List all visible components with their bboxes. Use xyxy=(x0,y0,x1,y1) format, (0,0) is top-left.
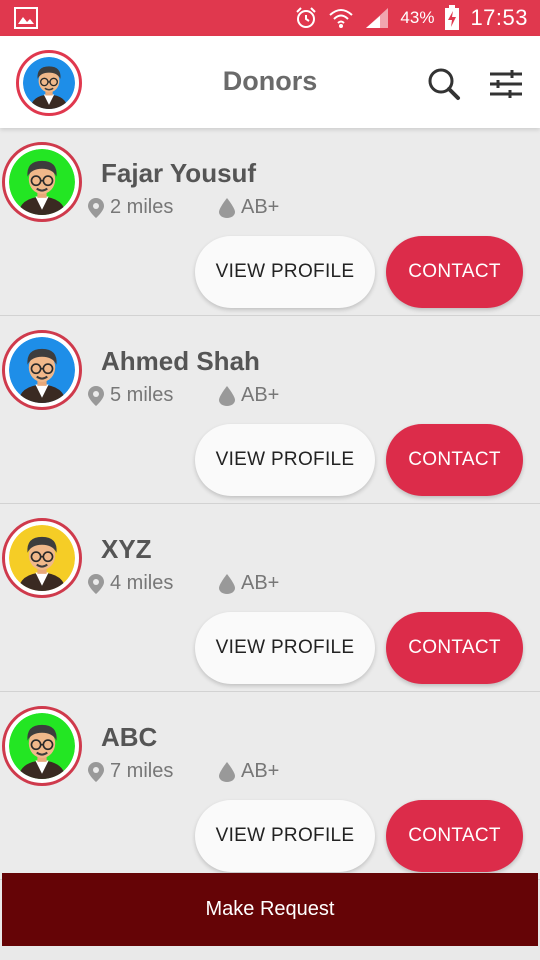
distance-text: 7 miles xyxy=(110,760,174,782)
view-profile-button[interactable]: VIEW PROFILE xyxy=(195,800,375,872)
donor-blood-group: AB+ xyxy=(219,572,279,595)
donor-distance: 4 miles xyxy=(88,572,173,595)
filter-icon xyxy=(490,70,522,98)
blood-drop-icon xyxy=(219,573,235,594)
wifi-icon xyxy=(329,9,354,28)
donor-avatar[interactable] xyxy=(2,330,82,410)
donor-card: Ahmed Shah 5 miles AB+ VIEW PROFILE CONT… xyxy=(0,316,540,504)
location-pin-icon xyxy=(88,573,104,594)
make-request-button[interactable]: Make Request xyxy=(2,873,538,946)
blood-drop-icon xyxy=(219,197,235,218)
donor-avatar[interactable] xyxy=(2,706,82,786)
blood-group-text: AB+ xyxy=(241,572,280,594)
donor-distance: 2 miles xyxy=(88,196,173,219)
contact-button[interactable]: CONTACT xyxy=(386,424,523,496)
donor-card: Fajar Yousuf 2 miles AB+ VIEW PROFILE CO… xyxy=(0,128,540,316)
donor-blood-group: AB+ xyxy=(219,760,279,783)
filter-button[interactable] xyxy=(486,64,526,104)
view-profile-button[interactable]: VIEW PROFILE xyxy=(195,424,375,496)
distance-text: 5 miles xyxy=(110,384,174,406)
donor-list: Fajar Yousuf 2 miles AB+ VIEW PROFILE CO… xyxy=(0,128,540,880)
search-button[interactable] xyxy=(424,64,464,104)
bottom-strip xyxy=(0,946,540,960)
blood-drop-icon xyxy=(219,385,235,406)
location-pin-icon xyxy=(88,197,104,218)
status-bar: 43% 17:53 xyxy=(0,0,540,36)
signal-icon xyxy=(366,8,389,28)
location-pin-icon xyxy=(88,385,104,406)
app-bar: Donors xyxy=(0,36,540,128)
donor-blood-group: AB+ xyxy=(219,196,279,219)
blood-group-text: AB+ xyxy=(241,196,280,218)
donor-distance: 5 miles xyxy=(88,384,173,407)
alarm-icon xyxy=(296,7,317,28)
donor-avatar[interactable] xyxy=(2,518,82,598)
donor-card: XYZ 4 miles AB+ VIEW PROFILE CONTACT xyxy=(0,504,540,692)
donor-name: Ahmed Shah xyxy=(101,346,260,376)
clock: 17:53 xyxy=(470,5,528,30)
view-profile-button[interactable]: VIEW PROFILE xyxy=(195,236,375,308)
blood-group-text: AB+ xyxy=(241,760,280,782)
donor-card: ABC 7 miles AB+ VIEW PROFILE CONTACT xyxy=(0,692,540,880)
donor-distance: 7 miles xyxy=(88,760,173,783)
blood-group-text: AB+ xyxy=(241,384,280,406)
location-pin-icon xyxy=(88,761,104,782)
distance-text: 4 miles xyxy=(110,572,174,594)
contact-button[interactable]: CONTACT xyxy=(386,800,523,872)
battery-charging-icon xyxy=(445,5,460,30)
contact-button[interactable]: CONTACT xyxy=(386,612,523,684)
battery-percentage: 43% xyxy=(400,8,435,27)
donor-name: ABC xyxy=(101,722,158,752)
donor-name: XYZ xyxy=(101,534,152,564)
donor-avatar[interactable] xyxy=(2,142,82,222)
search-icon xyxy=(428,68,460,100)
donor-blood-group: AB+ xyxy=(219,384,279,407)
view-profile-button[interactable]: VIEW PROFILE xyxy=(195,612,375,684)
blood-drop-icon xyxy=(219,761,235,782)
donor-name: Fajar Yousuf xyxy=(101,158,257,188)
distance-text: 2 miles xyxy=(110,196,174,218)
contact-button[interactable]: CONTACT xyxy=(386,236,523,308)
gallery-icon xyxy=(14,7,38,29)
